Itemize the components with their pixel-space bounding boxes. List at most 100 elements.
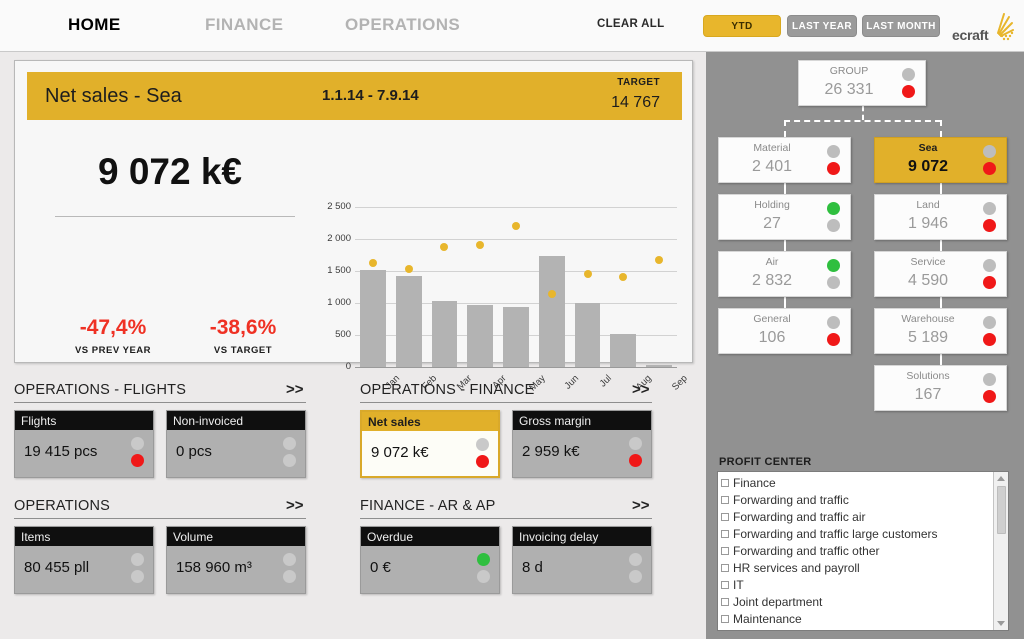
- tree-node-group[interactable]: GROUP 26 331: [798, 60, 926, 106]
- profit-center-listbox[interactable]: Finance Forwarding and traffic Forwarding …: [717, 471, 1009, 631]
- checkbox-icon[interactable]: [721, 495, 729, 504]
- profit-center-scrollbar[interactable]: [993, 472, 1008, 630]
- tree-node-service[interactable]: Service 4 590: [874, 251, 1007, 297]
- section-more-link[interactable]: >>: [632, 497, 650, 514]
- profit-center-list-item[interactable]: Forwarding and traffic: [721, 491, 994, 508]
- kpi-tile[interactable]: Volume 158 960 m³: [166, 526, 306, 594]
- status-lamp-bottom-icon: [476, 455, 489, 468]
- status-lamp-top-icon: [131, 437, 144, 450]
- chart-bar[interactable]: [503, 307, 529, 367]
- tree-node-sea[interactable]: Sea 9 072: [874, 137, 1007, 183]
- checkbox-icon[interactable]: [721, 478, 729, 487]
- period-button-last-year[interactable]: LAST YEAR: [787, 15, 857, 37]
- delta-vs-prev-year: -47,4% VS PREV YEAR: [48, 316, 178, 356]
- section-divider: [360, 518, 652, 519]
- tree-node-lamp-bottom-icon: [983, 390, 996, 403]
- checkbox-icon[interactable]: [721, 512, 729, 521]
- period-button-last-month[interactable]: LAST MONTH: [862, 15, 940, 37]
- top-navigation-bar: HOME FINANCE OPERATIONS CLEAR ALL YTD LA…: [0, 0, 1024, 52]
- profit-center-list-item[interactable]: Forwarding and traffic air: [721, 508, 994, 525]
- chart-gridline: [355, 207, 677, 208]
- kpi-tile[interactable]: Gross margin 2 959 k€: [512, 410, 652, 478]
- profit-center-item-label: Finance: [733, 475, 776, 490]
- profit-center-list-item[interactable]: HR services and payroll: [721, 559, 994, 576]
- profit-center-list[interactable]: Finance Forwarding and traffic Forwarding …: [718, 472, 994, 630]
- chart-plot-area: 0 500 1 000 1 500 2 000 2 500 Jan Feb Mar Apr May J…: [327, 201, 690, 393]
- chart-bar[interactable]: [360, 270, 386, 367]
- chart-target-marker[interactable]: [655, 256, 664, 265]
- chart-target-marker[interactable]: [476, 241, 485, 250]
- kpi-tile-value: 8 d: [522, 559, 543, 576]
- chart-bar[interactable]: [610, 334, 637, 367]
- tree-node-material[interactable]: Material 2 401: [718, 137, 851, 183]
- chart-gridline: [355, 367, 677, 368]
- kpi-tile[interactable]: Flights 19 415 pcs: [14, 410, 154, 478]
- checkbox-icon[interactable]: [721, 563, 729, 572]
- tree-node-label: Holding: [754, 199, 790, 211]
- tree-node-air[interactable]: Air 2 832: [718, 251, 851, 297]
- profit-center-list-item[interactable]: Forwarding and traffic other: [721, 542, 994, 559]
- chart-target-marker[interactable]: [512, 221, 520, 230]
- clear-all-button[interactable]: CLEAR ALL: [597, 18, 664, 30]
- checkbox-icon[interactable]: [721, 546, 729, 555]
- card-period-range: 1.1.14 - 7.9.14: [322, 87, 419, 104]
- tree-node-value: 26 331: [824, 81, 874, 98]
- chart-target-marker[interactable]: [583, 270, 592, 279]
- chart-bar[interactable]: [467, 305, 494, 367]
- tree-node-warehouse[interactable]: Warehouse 5 189: [874, 308, 1007, 354]
- section-more-link[interactable]: >>: [632, 381, 650, 398]
- period-button-ytd[interactable]: YTD: [703, 15, 781, 37]
- checkbox-icon[interactable]: [721, 529, 729, 538]
- chart-bar[interactable]: [574, 303, 601, 367]
- chart-target-marker[interactable]: [619, 273, 628, 282]
- nav-tab-home[interactable]: HOME: [68, 15, 121, 35]
- nav-tab-operations[interactable]: OPERATIONS: [345, 15, 460, 35]
- nav-tab-finance[interactable]: FINANCE: [205, 15, 283, 35]
- profit-center-item-label: Forwarding and traffic air: [733, 509, 866, 524]
- tree-node-lamp-bottom-icon: [827, 162, 840, 175]
- scrollbar-thumb[interactable]: [997, 486, 1006, 534]
- profit-center-list-item[interactable]: IT: [721, 576, 994, 593]
- chart-y-tick-label: 2 500: [327, 201, 351, 212]
- kpi-tile[interactable]: Net sales 9 072 k€: [360, 410, 500, 478]
- chart-target-marker[interactable]: [404, 265, 413, 274]
- section-more-link[interactable]: >>: [286, 497, 304, 514]
- scroll-up-arrow-icon[interactable]: [997, 476, 1005, 481]
- kpi-tile[interactable]: Non-invoiced 0 pcs: [166, 410, 306, 478]
- chart-bar[interactable]: [431, 301, 458, 367]
- logo-wordmark: ecraft: [952, 27, 989, 43]
- kpi-tile[interactable]: Invoicing delay 8 d: [512, 526, 652, 594]
- chart-bar[interactable]: [538, 255, 565, 367]
- chart-bar[interactable]: [646, 365, 672, 367]
- chart-target-marker[interactable]: [440, 243, 449, 252]
- chart-x-tick-label: Jun: [562, 373, 581, 392]
- kpi-tile-title: Invoicing delay: [513, 527, 651, 546]
- kpi-tile[interactable]: Overdue 0 €: [360, 526, 500, 594]
- tree-node-value: 1 946: [907, 215, 949, 232]
- tree-node-lamp-bottom-icon: [827, 276, 840, 289]
- kpi-tile-value: 2 959 k€: [522, 443, 580, 460]
- tree-node-general[interactable]: General 106: [718, 308, 851, 354]
- tree-node-holding[interactable]: Holding 27: [718, 194, 851, 240]
- section-more-link[interactable]: >>: [286, 381, 304, 398]
- tree-node-lamp-top-icon: [983, 259, 996, 272]
- tree-node-land[interactable]: Land 1 946: [874, 194, 1007, 240]
- tree-connector: [940, 120, 942, 137]
- profit-center-list-item[interactable]: Finance: [721, 474, 994, 491]
- checkbox-icon[interactable]: [721, 614, 729, 623]
- main-content-area: Net sales - Sea 1.1.14 - 7.9.14 TARGET 1…: [0, 52, 706, 639]
- card-main-value: 9 072 k€: [97, 151, 243, 192]
- profit-center-list-item[interactable]: Maintenance: [721, 610, 994, 627]
- status-lamp-top-icon: [476, 438, 489, 451]
- checkbox-icon[interactable]: [721, 580, 729, 589]
- chart-target-marker[interactable]: [368, 258, 377, 267]
- chart-bar[interactable]: [395, 276, 422, 367]
- profit-center-list-item[interactable]: Joint department: [721, 593, 994, 610]
- checkbox-icon[interactable]: [721, 597, 729, 606]
- tree-connector: [940, 183, 942, 194]
- profit-center-list-item[interactable]: Forwarding and traffic large customers: [721, 525, 994, 542]
- scroll-down-arrow-icon[interactable]: [997, 621, 1005, 626]
- kpi-tile[interactable]: Items 80 455 pll: [14, 526, 154, 594]
- tree-node-solutions[interactable]: Solutions 167: [874, 365, 1007, 411]
- chart-y-tick-label: 500: [335, 329, 351, 340]
